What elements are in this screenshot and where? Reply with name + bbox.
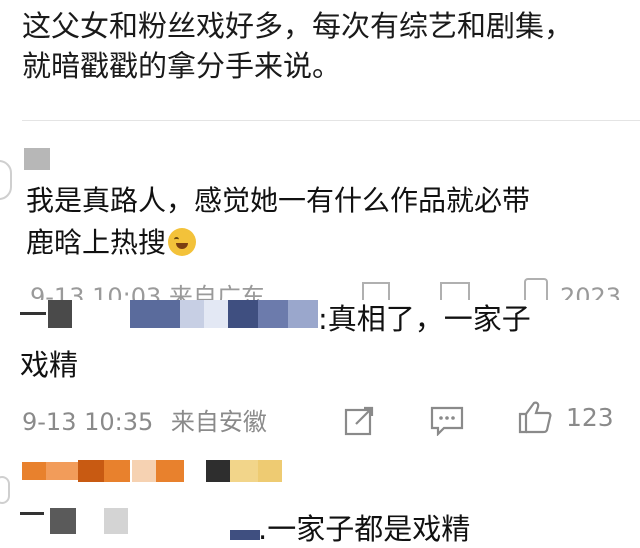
avatar[interactable] xyxy=(0,160,12,200)
reply-meta: 9-13 10:35 来自安徽 xyxy=(22,402,267,437)
post-text-line1: 这父女和粉丝戏好多，每次有综艺和剧集， xyxy=(22,9,574,43)
mosaic-block xyxy=(258,460,282,482)
reply-text: :真相了，一家子 戏精 xyxy=(20,296,630,388)
post-text: 这父女和粉丝戏好多，每次有综艺和剧集， 就暗戳戳的拿分手来说。 xyxy=(22,6,632,86)
reply-text-line2: 戏精 xyxy=(20,348,79,382)
reply-location: 来自安徽 xyxy=(170,408,267,436)
reply-username-mosaic[interactable] xyxy=(20,512,44,515)
laughing-crying-emoji-icon xyxy=(168,228,197,256)
username-mosaic[interactable] xyxy=(24,148,50,170)
share-icon[interactable] xyxy=(344,406,376,440)
comment-text: 我是真路人，感觉她一有什么作品就必带 鹿晗上热搜 xyxy=(26,180,626,264)
comment-icon[interactable] xyxy=(430,406,464,440)
avatar-partial[interactable] xyxy=(0,476,10,504)
reply-text-line1: :真相了，一家子 xyxy=(318,302,531,336)
mosaic-block xyxy=(50,508,76,534)
comment-text-line1: 我是真路人，感觉她一有什么作品就必带 xyxy=(26,184,531,217)
mosaic-block xyxy=(156,460,184,482)
like-button[interactable]: 123 xyxy=(518,400,614,434)
mosaic-block xyxy=(132,460,156,482)
like-count: 123 xyxy=(566,402,614,432)
thumbs-up-icon xyxy=(518,401,552,434)
reply-text-partial: .一家子都是戏精 xyxy=(258,512,471,546)
mosaic-block xyxy=(230,530,260,540)
reply-time: 9-13 10:35 xyxy=(22,408,154,436)
mosaic-block xyxy=(104,508,128,534)
mosaic-block xyxy=(22,462,46,480)
mosaic-block xyxy=(46,462,78,480)
mosaic-block xyxy=(104,460,130,482)
mosaic-block xyxy=(206,460,230,482)
comment-text-line2: 鹿晗上热搜 xyxy=(26,226,167,259)
mosaic-block xyxy=(78,460,104,482)
post-text-line2: 就暗戳戳的拿分手来说。 xyxy=(22,49,342,83)
mosaic-block xyxy=(230,460,258,482)
divider xyxy=(22,120,640,121)
